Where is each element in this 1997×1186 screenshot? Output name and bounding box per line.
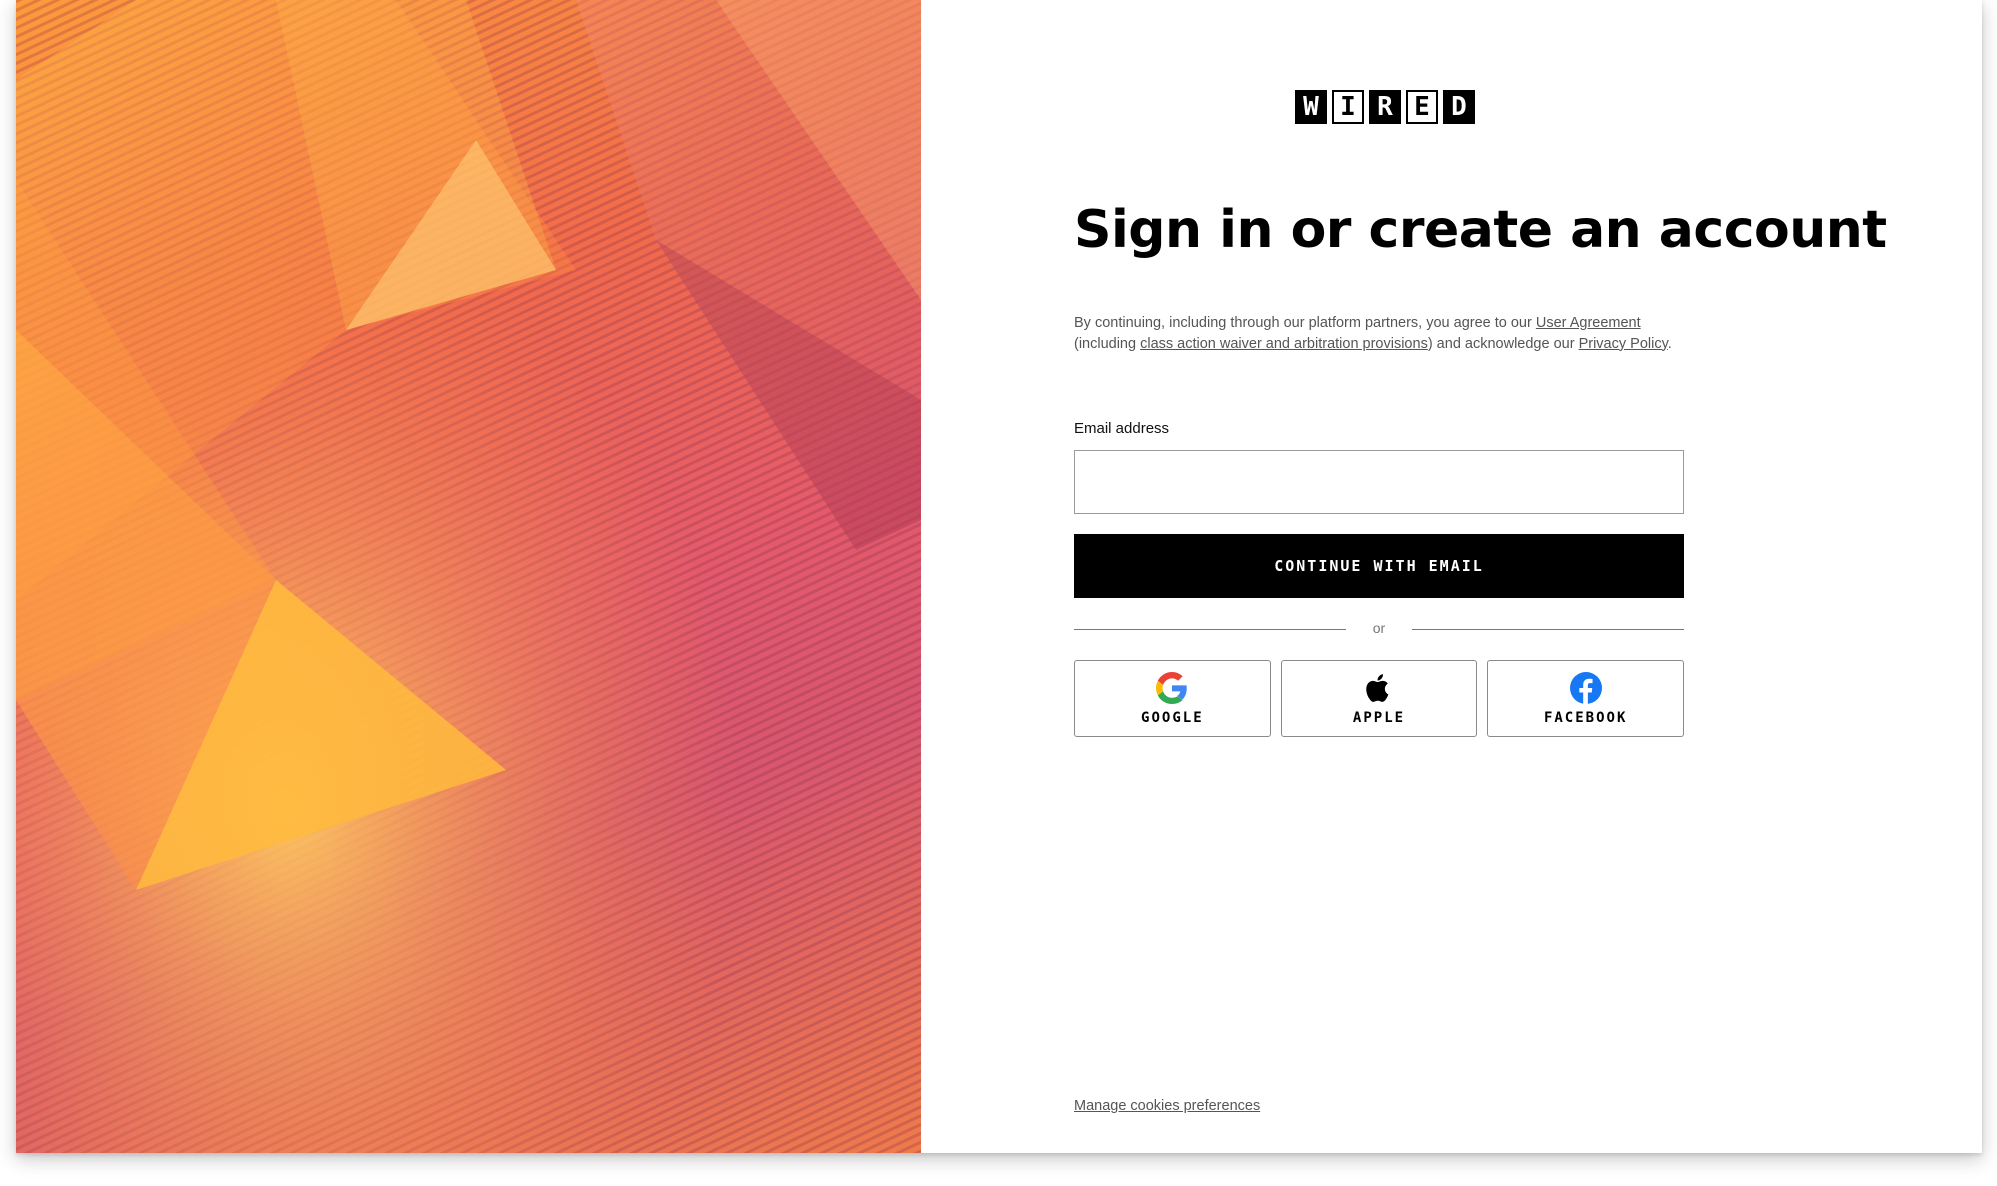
google-label: GOOGLE [1141, 709, 1204, 726]
legal-text: . [1667, 335, 1672, 352]
google-sign-in-button[interactable]: GOOGLE [1074, 660, 1271, 737]
apple-sign-in-button[interactable]: APPLE [1280, 660, 1478, 737]
email-input[interactable] [1074, 450, 1684, 514]
divider-text: or [1372, 620, 1386, 636]
user-agreement-link[interactable]: User Agreement [1536, 315, 1641, 331]
facebook-label: FACEBOOK [1543, 709, 1628, 726]
privacy-policy-link[interactable]: Privacy Policy [1579, 336, 1668, 352]
apple-label: APPLE [1352, 709, 1406, 726]
or-divider: or [1074, 618, 1684, 642]
facebook-sign-in-button[interactable]: FACEBOOK [1487, 660, 1685, 737]
facebook-icon [1569, 671, 1602, 704]
class-action-waiver-link[interactable]: class action waiver and arbitration prov… [1140, 336, 1428, 352]
prism-artwork [16, 0, 921, 1153]
apple-icon [1366, 673, 1389, 702]
legal-text: By continuing, including through our pla… [1074, 315, 1536, 331]
logo-letter: W [1295, 90, 1327, 124]
divider-line [1412, 629, 1684, 630]
continue-with-email-button[interactable]: CONTINUE WITH EMAIL [1074, 534, 1684, 598]
google-icon [1156, 671, 1188, 704]
manage-cookies-link[interactable]: Manage cookies preferences [1074, 1098, 1260, 1114]
social-sign-in: GOOGLE APPLE FACEBOOK [1074, 660, 1685, 737]
hero-image [16, 0, 921, 1153]
legal-text: ) and acknowledge our [1427, 335, 1579, 352]
legal-text: (including [1074, 335, 1141, 352]
logo-letter: D [1443, 90, 1475, 124]
logo-letter: E [1406, 90, 1438, 124]
legal-notice: By continuing, including through our pla… [1074, 313, 1694, 354]
logo-letter: R [1369, 90, 1401, 124]
email-label: Email address [1074, 420, 1170, 437]
logo-letter: I [1332, 90, 1364, 124]
wired-logo[interactable]: W I R E D [1295, 90, 1475, 124]
sign-in-panel: W I R E D Sign in or create an account B… [921, 0, 1982, 1153]
app-window: W I R E D Sign in or create an account B… [16, 0, 1982, 1153]
page-title: Sign in or create an account [1074, 200, 1887, 260]
